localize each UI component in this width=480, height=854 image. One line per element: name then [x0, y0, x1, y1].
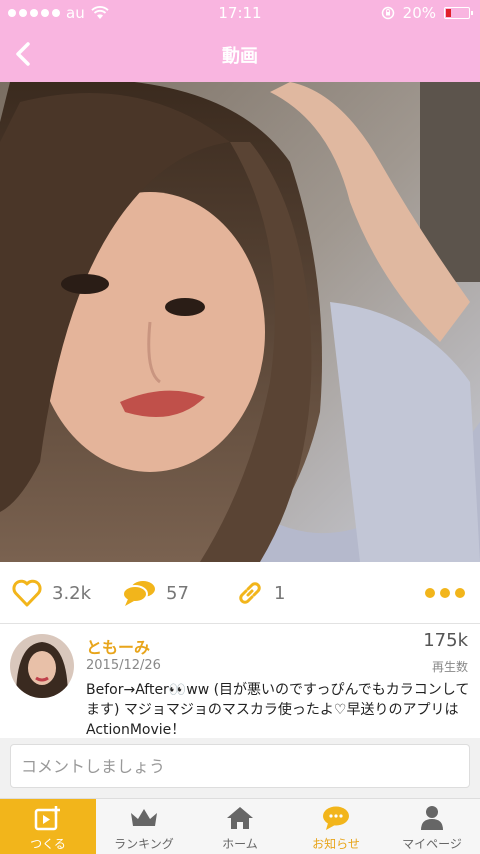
- tab-notifications[interactable]: お知らせ: [288, 799, 384, 854]
- post-date: 2015/12/26: [86, 658, 161, 673]
- tab-create[interactable]: つくる: [0, 799, 96, 854]
- tab-notifications-label: お知らせ: [312, 837, 360, 851]
- avatar[interactable]: [10, 634, 74, 698]
- nav-bar: 動画: [0, 26, 480, 82]
- battery-group: 20%: [381, 4, 473, 22]
- speech-bubbles-icon: [122, 581, 155, 606]
- view-count-label: 再生数: [431, 660, 468, 674]
- link-icon: [239, 582, 261, 604]
- tab-home-label: ホーム: [222, 837, 258, 851]
- battery-percent: 20%: [402, 4, 436, 22]
- tab-bar: つくる ランキング ホーム お知らせ マイページ: [0, 798, 480, 854]
- create-video-icon: [34, 806, 60, 831]
- tab-create-label: つくる: [30, 837, 66, 851]
- home-icon: [227, 807, 253, 829]
- person-icon: [421, 806, 443, 830]
- battery-icon: [444, 7, 473, 19]
- status-bar: au 17:11 20%: [0, 0, 480, 26]
- like-count: 3.2k: [52, 582, 92, 604]
- link-count: 1: [274, 582, 286, 604]
- video-frame: [0, 82, 480, 562]
- post-description: Befor→After👀ww (目が悪いのですっぴんでもカラコンしてます) マジ…: [86, 682, 470, 738]
- comment-input[interactable]: [10, 744, 470, 788]
- heart-outline-icon: [12, 579, 42, 607]
- username[interactable]: ともーみ: [86, 634, 150, 658]
- like-button[interactable]: 3.2k: [12, 562, 91, 624]
- comments-button[interactable]: 57: [122, 562, 189, 624]
- crown-icon: [131, 809, 157, 826]
- page-title: 動画: [222, 46, 258, 67]
- tab-ranking[interactable]: ランキング: [96, 799, 192, 854]
- post-info: ともーみ 2015/12/26 175k 再生数 Befor→After👀ww …: [0, 624, 480, 738]
- tab-ranking-label: ランキング: [114, 837, 174, 851]
- tab-home[interactable]: ホーム: [192, 799, 288, 854]
- tab-mypage-label: マイページ: [402, 837, 462, 851]
- more-dots-icon: [425, 588, 465, 598]
- share-link-button[interactable]: 1: [236, 562, 285, 624]
- comment-count: 57: [166, 582, 189, 604]
- comment-bar: [0, 738, 480, 798]
- action-bar: 3.2k 57 1: [0, 562, 480, 624]
- tab-mypage[interactable]: マイページ: [384, 799, 480, 854]
- rotation-lock-icon: [381, 6, 394, 20]
- view-count: 175k: [423, 630, 468, 651]
- more-button[interactable]: [424, 562, 466, 624]
- avatar-image: [10, 634, 74, 698]
- speech-bubble-icon: [323, 806, 349, 830]
- video-player[interactable]: [0, 82, 480, 562]
